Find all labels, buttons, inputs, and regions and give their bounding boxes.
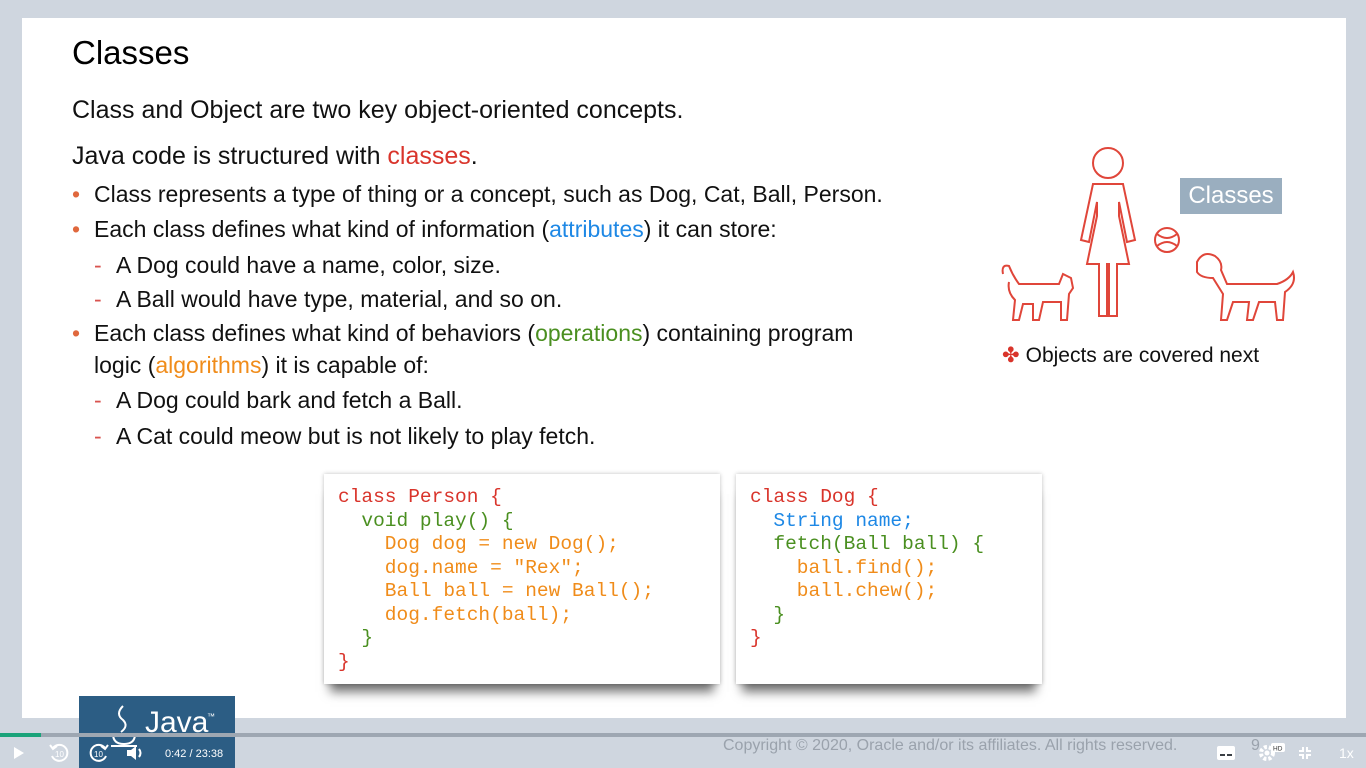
sub-mark: - xyxy=(94,387,102,413)
bullet-text: logic ( xyxy=(94,352,156,378)
bullet-mark: • xyxy=(72,216,81,242)
bullet-mark: • xyxy=(72,320,81,346)
sub-bullet-3: -A Dog could bark and fetch a Ball. xyxy=(94,387,463,414)
rewind-10-icon[interactable]: 10 xyxy=(48,742,70,764)
sub-text: A Dog could have a name, color, size. xyxy=(116,252,501,278)
bullet-3: • Each class defines what kind of behavio… xyxy=(72,320,853,347)
hd-badge: HD xyxy=(1273,746,1283,753)
total-time: 23:38 xyxy=(195,748,224,760)
sub-text: A Dog could bark and fetch a Ball. xyxy=(116,387,463,413)
person-body xyxy=(1079,183,1137,317)
bullet-2: • Each class defines what kind of informa… xyxy=(72,216,777,243)
text: Java code is structured with xyxy=(72,142,388,170)
bullet-text: Class represents a type of thing or a co… xyxy=(94,181,883,207)
time-separator: / xyxy=(189,748,193,760)
bullet-text: ) containing program xyxy=(642,320,854,346)
current-time: 0:42 xyxy=(165,748,187,760)
code-block-dog: class Dog { String name; fetch(Ball ball… xyxy=(736,474,1042,684)
flower-icon: ✤ xyxy=(1002,344,1020,367)
code-line: class Person { xyxy=(338,486,502,508)
sub-mark: - xyxy=(94,252,102,278)
code-line: ball.find(); xyxy=(750,556,938,579)
sub-bullet-4: -A Cat could meow but is not likely to p… xyxy=(94,423,595,450)
forward-label: 10 xyxy=(94,750,103,759)
dog xyxy=(1196,253,1295,321)
classes-badge: Classes xyxy=(1180,178,1282,214)
algorithms-highlight: algorithms xyxy=(155,352,262,378)
exit-fullscreen-icon[interactable] xyxy=(1298,746,1312,760)
ball xyxy=(1154,227,1180,253)
note-text: Objects are covered next xyxy=(1025,344,1260,367)
slide: Classes Class and Object are two key obj… xyxy=(22,18,1346,718)
playback-speed-button[interactable]: 1x xyxy=(1339,745,1354,761)
intro-line: Class and Object are two key object-orie… xyxy=(72,96,684,124)
slide-title: Classes xyxy=(72,34,190,71)
bullet-mark: • xyxy=(72,181,81,207)
code-line: ball.chew(); xyxy=(750,580,938,602)
trademark: ™ xyxy=(207,712,215,721)
text: . xyxy=(470,142,478,170)
bullet-1: • Class represents a type of thing or a c… xyxy=(72,181,883,208)
code-line: String name; xyxy=(750,509,914,532)
code-block-person: class Person { void play() { Dog dog = n… xyxy=(324,474,720,684)
sub-text: A Ball would have type, material, and so… xyxy=(116,286,563,312)
code-line: } xyxy=(750,627,762,649)
person-cat-dog-ball-illustration xyxy=(1001,147,1295,321)
code-line: void play() { xyxy=(338,509,514,532)
sub-mark: - xyxy=(94,423,102,449)
code-line: dog.fetch(ball); xyxy=(338,603,573,626)
time-display: 0:42 / 23:38 xyxy=(165,748,223,760)
code-line: Ball ball = new Ball(); xyxy=(338,580,654,602)
code-line: } xyxy=(338,627,374,649)
bullet-text: Each class defines what kind of behavior… xyxy=(94,320,536,346)
code-line: } xyxy=(750,603,786,626)
code-line: dog.name = "Rex"; xyxy=(338,556,584,579)
person-head xyxy=(1092,147,1124,179)
code-line: fetch(Ball ball) { xyxy=(750,533,985,555)
bullet-text: Each class defines what kind of informat… xyxy=(94,216,550,242)
bullet-3-line-2: logic (algorithms) it is capable of: xyxy=(94,352,429,379)
rewind-label: 10 xyxy=(55,750,64,759)
code-line: class Dog { xyxy=(750,486,879,508)
sub-mark: - xyxy=(94,286,102,312)
attributes-highlight: attributes xyxy=(549,216,644,242)
captions-icon[interactable] xyxy=(1217,746,1235,760)
classes-highlight: classes xyxy=(387,142,471,170)
ball-seams xyxy=(1156,233,1178,247)
operations-highlight: operations xyxy=(535,320,643,346)
play-icon[interactable] xyxy=(12,746,26,760)
sub-text: A Cat could meow but is not likely to pl… xyxy=(116,423,596,449)
cat xyxy=(1001,264,1075,321)
java-classes-line: Java code is structured with classes. xyxy=(72,142,478,171)
volume-icon[interactable] xyxy=(126,745,144,761)
objects-note: ✤ Objects are covered next xyxy=(1002,343,1259,368)
settings-gear-icon[interactable]: HD xyxy=(1257,743,1287,763)
bullet-text: ) it is capable of: xyxy=(261,352,429,378)
bullet-text: ) it can store: xyxy=(643,216,777,242)
sub-bullet-1: -A Dog could have a name, color, size. xyxy=(94,252,501,279)
code-line: } xyxy=(338,650,350,673)
sub-bullet-2: -A Ball would have type, material, and s… xyxy=(94,286,562,313)
code-line: Dog dog = new Dog(); xyxy=(338,533,619,555)
forward-10-icon[interactable]: 10 xyxy=(88,742,110,764)
